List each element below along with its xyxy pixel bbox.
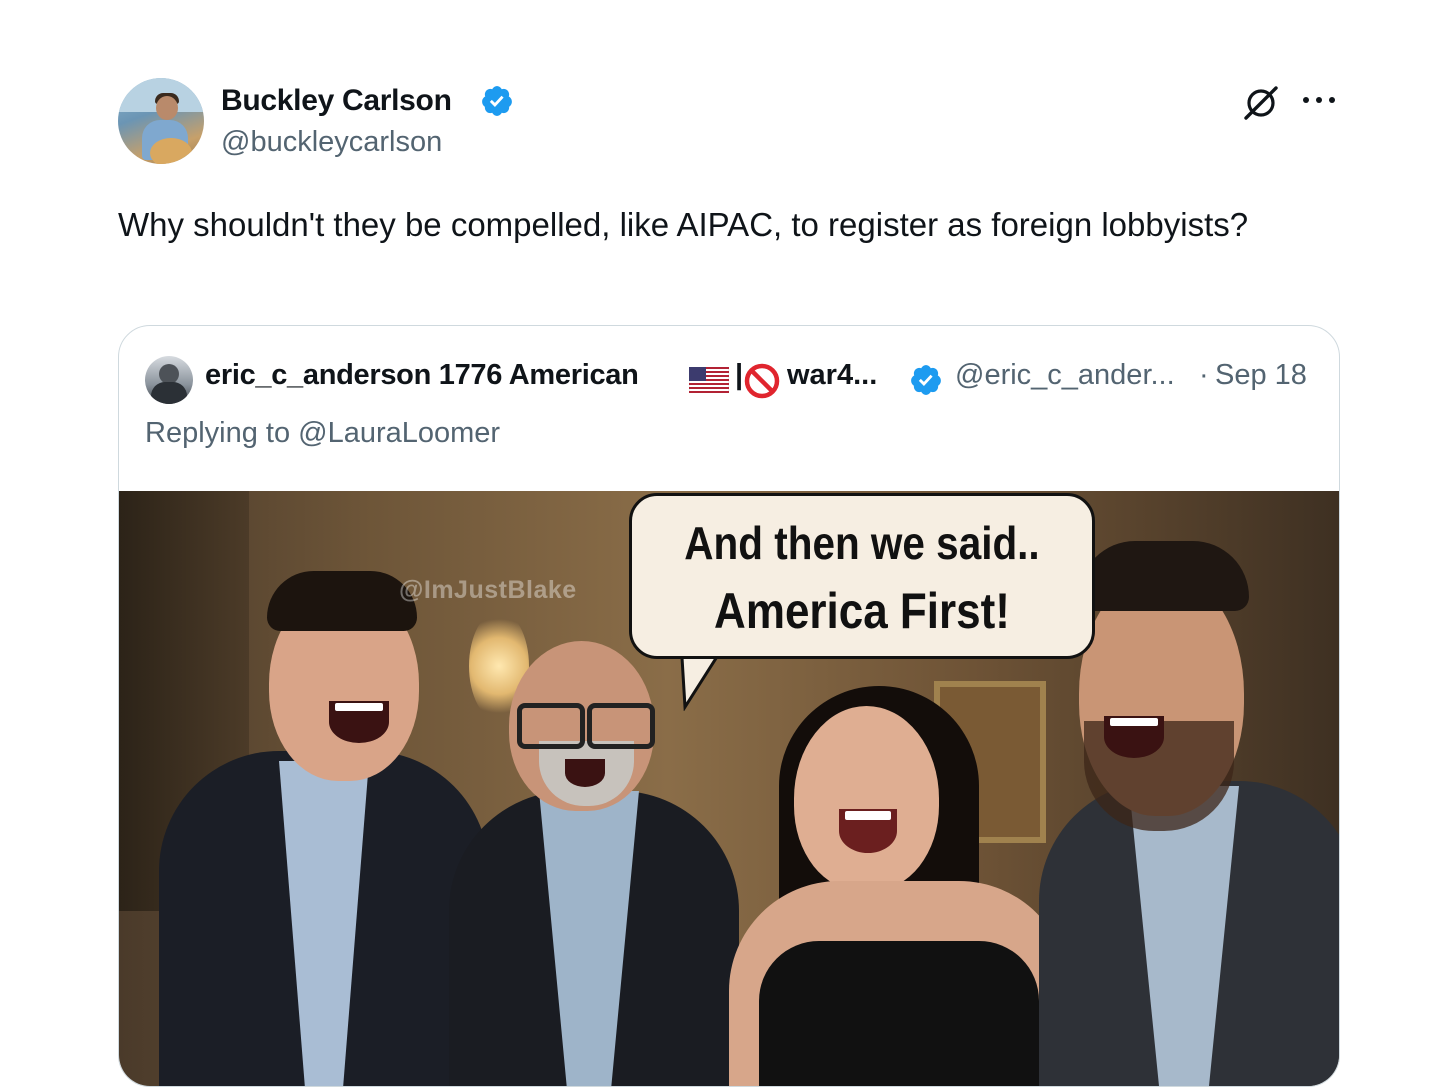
author-handle[interactable]: @buckleycarlson bbox=[221, 126, 442, 159]
author-display-name[interactable]: Buckley Carlson bbox=[221, 84, 452, 118]
verified-badge-icon bbox=[911, 365, 941, 395]
speech-line-2: America First! bbox=[714, 583, 1010, 639]
speech-bubble: And then we said.. America First! bbox=[629, 493, 1095, 659]
tweet-text: Why shouldn't they be compelled, like AI… bbox=[118, 206, 1249, 243]
replying-to-link[interactable]: @LauraLoomer bbox=[298, 417, 500, 449]
quoted-author-handle[interactable]: @eric_c_ander... bbox=[955, 359, 1175, 392]
meta-separator: · bbox=[1199, 359, 1209, 391]
quoted-tweet-image[interactable]: @ImJustBlake And then we said.. America … bbox=[119, 491, 1339, 1086]
us-flag-icon bbox=[689, 367, 729, 393]
more-options-icon[interactable] bbox=[1300, 88, 1338, 112]
quoted-tweet-card[interactable]: eric_c_anderson 1776 American | war4... … bbox=[118, 325, 1340, 1087]
image-watermark: @ImJustBlake bbox=[399, 576, 577, 604]
quoted-tweet-date[interactable]: Sep 18 bbox=[1215, 359, 1307, 392]
quoted-author-name-suffix[interactable]: war4... bbox=[787, 359, 877, 392]
speech-line-1: And then we said.. bbox=[684, 517, 1040, 569]
quoted-author-name[interactable]: eric_c_anderson 1776 American bbox=[205, 359, 639, 392]
author-avatar[interactable] bbox=[118, 78, 204, 164]
grok-icon[interactable] bbox=[1242, 84, 1280, 122]
quoted-author-avatar[interactable] bbox=[145, 356, 193, 404]
quoted-name-separator: | bbox=[735, 359, 744, 391]
verified-badge-icon bbox=[482, 86, 512, 116]
prohibited-icon bbox=[744, 363, 780, 399]
replying-to-line: Replying to @LauraLoomer bbox=[145, 417, 500, 450]
replying-to-prefix: Replying to bbox=[145, 417, 291, 449]
